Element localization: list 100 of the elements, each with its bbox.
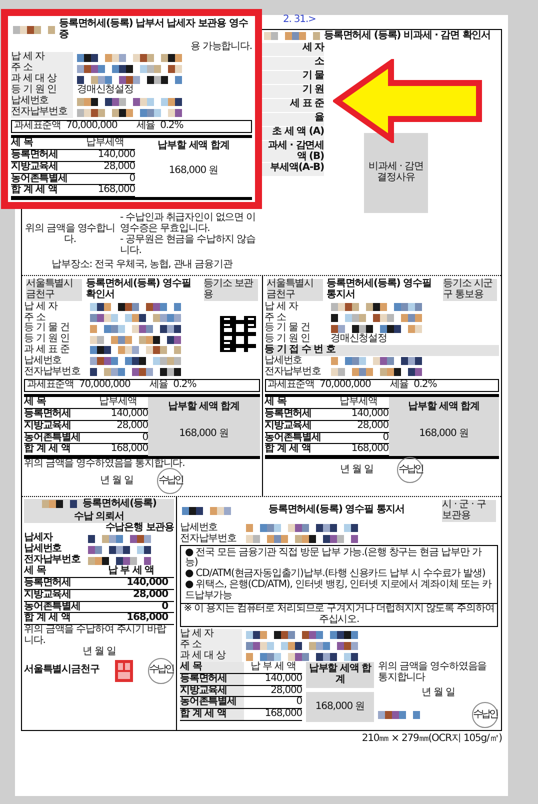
notice-text: ● 위택스, 은행(CD/ATM), 인터넷 뱅킹, 인터넷 지로에서 계좌이체 또는 카드납부가능 (185, 580, 493, 602)
field-value: 0.2% (414, 380, 437, 392)
field-label: 세 표 준 (262, 98, 324, 113)
field-value: 경매신청설정 (77, 85, 134, 96)
table-cell-text: 168,000 (350, 444, 388, 456)
field-label: 납세번호 (264, 356, 304, 366)
table-cell-text: 등록면허세 (24, 578, 72, 589)
field-value: 70,000,000 (320, 380, 371, 392)
field-label: 세율 (149, 380, 168, 392)
table-cell-text: 28,000 (132, 590, 168, 601)
form-title: 등록면허세(등록) 영수필 통지서 (326, 279, 432, 301)
office-label: 서울특별시금천구 (24, 665, 100, 676)
notice-text: ● CD/ATM(현금자동입출기)납부.(타행 신용카드 납부 시 수수료가 발생) (185, 569, 486, 580)
payment-place: 납부장소: 전국 우체국, 농협, 관내 금융기관 (50, 260, 234, 272)
date-label: 년 월 일 (420, 688, 456, 698)
receipt-stamp: 수납인 (148, 658, 174, 684)
field-label: 과세표준액 (14, 121, 62, 132)
table-cell-text: 0 (160, 602, 168, 612)
field-label: 과세 · 감면세액 (B) (262, 140, 324, 164)
office-label: 서울특별시금천구 (26, 279, 82, 301)
field-value: 0.2% (173, 380, 196, 392)
table-cell-text: 140,000 (264, 674, 302, 685)
table-cell-text: 농어촌특별세 (24, 432, 82, 443)
office-label: 서울특별시금천구 (266, 279, 322, 301)
form-title: 등록면허세 (등록) 비과세 · 감면 확인서 (324, 31, 492, 42)
table-cell-text: 140,000 (126, 578, 168, 589)
total-label: 납부할 세액 합계 (408, 402, 480, 413)
table-cell: 등록면허세 (180, 674, 244, 685)
column-header: 납 부 세 액 (106, 566, 156, 578)
total-amount: 168,000 원 (179, 428, 228, 440)
table-cell-text: 168,000 (264, 709, 302, 720)
copy-label: 수납은행 보관용 (105, 522, 174, 534)
field-label: 등 기 원 인 (264, 334, 311, 344)
receipt-statement: 위의 금액을 영수하였음을 통지합니다. (24, 459, 186, 470)
table-cell-text: 28,000 (356, 420, 388, 432)
total-label: 납부할 세액 합계 (168, 402, 240, 413)
total-label: 납부할 세액 합계 (306, 662, 374, 688)
field-label: 납 세 자 (264, 302, 300, 313)
table-cell-text: 지방교육세 (264, 420, 313, 432)
field-label: 등 기 물 건 (264, 323, 311, 334)
column-header: 세 목 (11, 138, 34, 149)
table-cell-text: 0 (295, 697, 302, 708)
table-cell-text: 농어촌특별세 (11, 174, 68, 184)
table-cell-text: 합 계 세 액 (264, 444, 312, 456)
column-header: 납 부 세 액 (249, 662, 297, 673)
table-cell: 농어촌특별세 (180, 697, 244, 708)
paper-size-note: 210㎜ × 279㎜(OCR지 105g/㎡) (362, 733, 502, 744)
table-cell-text: 0 (141, 432, 148, 444)
receipt-stamp: 수납인 (157, 468, 184, 494)
table-cell-text: 0 (128, 174, 135, 184)
notice-text: - 공무원은 현금을 수납하지 않습니다. (120, 234, 257, 256)
form-title: 등록면허세(등록) 영수필 통지서 (268, 505, 406, 516)
field-value: 경매신청설정 (330, 334, 388, 344)
table-cell: 합 계 세 액 (180, 709, 244, 720)
field-label: 과세표준액 (268, 380, 315, 392)
field-label: 주 소 (24, 312, 46, 323)
table-cell-text: 0 (382, 432, 388, 444)
total-label: 납부할 세액 합계 (158, 141, 230, 152)
field-label: 부세액(A-B) (262, 163, 324, 178)
field-label: 소 (262, 56, 324, 71)
field-label: 전자납부번호 (24, 555, 82, 566)
table-cell-text: 등록면허세 (264, 408, 313, 420)
table-cell-text: 28,000 (102, 162, 135, 173)
field-label: 전자납부번호 (24, 366, 82, 378)
field-label: 전자납부번호 (11, 107, 73, 118)
total-amount: 168,000 원 (419, 428, 468, 440)
field-value: 70,000,000 (79, 380, 130, 392)
column-header: 세 목 (24, 566, 46, 577)
field-label: 세율 (390, 380, 409, 392)
table-cell-text: 168,000 (126, 613, 168, 624)
table-cell-text: 지방교육세 (24, 420, 72, 432)
column-header: 납부세액 (98, 397, 138, 408)
form-title: 등록면허세(등록) 납부서 납세자 보관용 영수증 (59, 19, 249, 41)
field-value: 0.2% (160, 121, 184, 132)
column-header: 납부세액 (338, 397, 378, 408)
qr-code-icon (220, 316, 256, 352)
receipt-statement: 위의 금액을 영수하였음을 통지합니다 (378, 662, 488, 684)
field-label: 납 세 자 (11, 52, 73, 64)
caution-text: ※ 이 용지는 컴퓨터로 처리되므로 구겨지거나 더럽혀지지 않도록 주의하여 주십시오. (180, 604, 498, 628)
page-reference: 2. 31.> (283, 14, 316, 25)
table-cell-text: 지방교육세 (24, 590, 72, 601)
field-label: 기 물 (262, 70, 324, 85)
table-cell-text: 등록면허세 (24, 408, 72, 420)
field-label: 등 기 원 인 (24, 334, 70, 344)
copy-label: 시 · 군 · 구 보관용 (442, 500, 496, 522)
pixelated-redaction (88, 546, 151, 554)
pixelated-redaction (13, 26, 55, 34)
field-label: 과 세 대 상 (180, 651, 242, 662)
field-label: 등 기 접 수 번 호 (264, 344, 499, 356)
field-value: 70,000,000 (66, 121, 118, 132)
notice-text: - 수납인과 취급자인이 없으면 이 영수증은 무효입니다. (120, 213, 257, 234)
field-label: 전자납부번호 (264, 366, 322, 378)
field-label: 납세자 (24, 533, 53, 544)
table-cell-text: 농어촌특별세 (24, 602, 82, 612)
column-header: 세 목 (24, 397, 47, 408)
form-title: 등록면허세(등록) (82, 498, 156, 510)
pixelated-redaction (42, 500, 77, 508)
table-cell-text: 140,000 (96, 150, 135, 161)
field-label: 등 기 원 인 (11, 85, 73, 96)
copy-label: 등기소 보관용 (204, 279, 258, 301)
